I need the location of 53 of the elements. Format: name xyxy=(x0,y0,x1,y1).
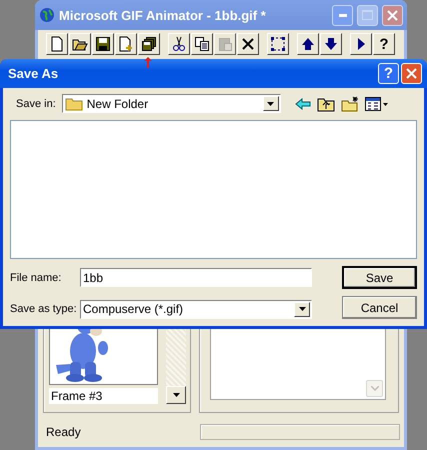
help-button[interactable]: ? xyxy=(378,63,399,84)
page-plus-icon xyxy=(118,36,134,52)
save-as-type-dropdown[interactable]: Compuserve (*.gif) xyxy=(80,300,312,319)
caret-icon xyxy=(172,393,180,397)
pointer-arrow-icon xyxy=(144,57,152,68)
toolbar-button[interactable] xyxy=(115,33,137,55)
new-folder-icon[interactable] xyxy=(340,96,359,112)
down-arrow-icon xyxy=(323,36,339,52)
view-menu-icon[interactable] xyxy=(364,96,389,110)
up-arrow-icon xyxy=(300,36,316,52)
dialog-title: Save As xyxy=(8,66,60,81)
copy-icon xyxy=(194,36,210,52)
toolbar-button[interactable] xyxy=(138,33,160,55)
up-folder-icon[interactable] xyxy=(316,96,335,112)
scissors-icon xyxy=(171,36,187,52)
status-text: Ready xyxy=(46,425,82,439)
toolbar-button[interactable]: ? xyxy=(373,33,395,55)
minimize-button[interactable] xyxy=(332,4,353,26)
file-name-field[interactable]: 1bb xyxy=(80,268,312,288)
floppy-stack-icon xyxy=(141,36,157,52)
clipboard-icon xyxy=(217,36,233,52)
caret-icon xyxy=(298,307,306,312)
toolbar-button[interactable] xyxy=(191,33,213,55)
folder-icon xyxy=(64,96,83,110)
toolbar-button[interactable] xyxy=(297,33,319,55)
file-name-label: File name: xyxy=(10,272,62,284)
toolbar-button[interactable] xyxy=(92,33,114,55)
toolbar-button[interactable] xyxy=(237,33,259,55)
dialog-button[interactable]: Cancel xyxy=(342,296,417,319)
save-in-dropdown[interactable]: New Folder xyxy=(62,94,281,113)
close-icon xyxy=(406,68,417,79)
dialog-button[interactable]: Save xyxy=(342,266,417,289)
toolbar-button[interactable] xyxy=(168,33,190,55)
caret-icon xyxy=(267,102,274,106)
toolbar-button[interactable] xyxy=(46,33,68,55)
toolbar-button[interactable] xyxy=(69,33,91,55)
x-icon xyxy=(240,36,256,52)
toolbar-button[interactable] xyxy=(320,33,342,55)
close-button[interactable] xyxy=(382,4,403,26)
maximize-icon xyxy=(362,10,373,20)
back-icon[interactable] xyxy=(294,98,311,110)
save-in-label: Save in: xyxy=(16,98,56,110)
selection-icon xyxy=(270,36,286,52)
chevron-down-icon xyxy=(370,386,378,391)
toolbar-button[interactable] xyxy=(267,33,289,55)
globe-icon xyxy=(39,7,55,23)
close-icon xyxy=(387,10,398,20)
page-icon xyxy=(49,36,65,52)
save-as-type-label: Save as type: xyxy=(10,303,78,316)
minimize-icon xyxy=(338,14,346,16)
window-title: Microsoft GIF Animator - 1bb.gif * xyxy=(59,8,267,22)
frame-label: Frame #3 xyxy=(49,388,158,404)
toolbar-button[interactable] xyxy=(350,33,372,55)
